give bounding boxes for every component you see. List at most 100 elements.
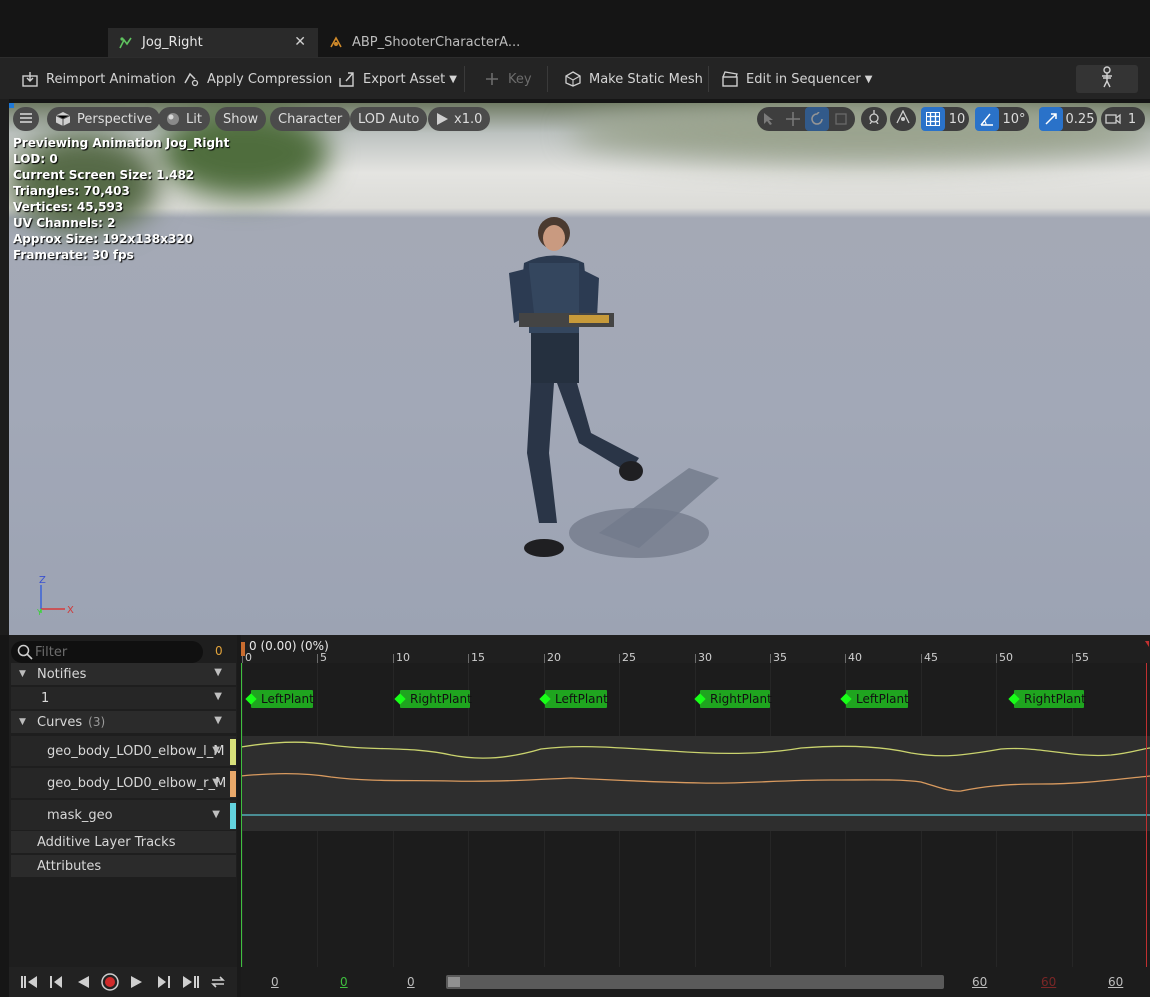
svg-text:Y: Y [37,608,42,615]
timeline-scrollbar[interactable] [446,974,944,990]
playhead-handle[interactable] [241,642,245,656]
curve-color-swatch[interactable] [230,803,236,829]
scale-snap-value[interactable]: 0.25 [1063,107,1097,131]
dropdown-arrow-icon[interactable]: ▼ [214,691,222,702]
angle-snap-icon[interactable] [975,107,999,131]
notify-diamond-icon[interactable] [394,693,406,705]
notify-track-row[interactable]: 1 ▼ [11,687,236,709]
translate-mode-icon[interactable] [781,107,805,131]
angle-snap-value[interactable]: 10° [999,107,1029,131]
play-reverse-icon[interactable] [73,972,93,992]
notifies-header[interactable]: ▼ Notifies ▼ [11,663,236,685]
camera-speed-value: 1 [1127,111,1137,127]
apply-compression-button[interactable]: Apply Compression [181,58,332,100]
record-icon[interactable] [100,972,120,992]
show-flags-button[interactable]: Show [215,107,267,131]
preview-viewport[interactable]: Previewing Animation Jog_Right LOD: 0 Cu… [9,103,1150,635]
view-range-start[interactable]: 0 [271,975,279,989]
notify-diamond-icon[interactable] [1008,693,1020,705]
edit-in-sequencer-button[interactable]: Edit in Sequencer ▼ [720,58,872,100]
notify-label: RightPlant [1024,692,1086,706]
dropdown-arrow-icon[interactable]: ▼ [214,715,222,726]
notify-marker[interactable]: RightPlant [694,690,772,708]
tab-abp-shooter-character[interactable]: ABP_ShooterCharacterA... [320,28,530,57]
working-range-start[interactable]: 0 [340,975,348,989]
notify-diamond-icon[interactable] [694,693,706,705]
dropdown-arrow-icon[interactable]: ▼ [212,745,220,756]
dropdown-arrow-icon[interactable]: ▼ [212,777,220,788]
skeleton-icon [1098,66,1116,92]
cube-icon [55,111,71,127]
curve-color-swatch[interactable] [230,739,236,765]
notify-marker[interactable]: RightPlant [394,690,472,708]
skip-to-start-icon[interactable] [19,972,39,992]
sequencer-clapper-icon [720,69,740,89]
skip-to-end-icon[interactable] [181,972,201,992]
dropdown-arrow-icon[interactable]: ▼ [214,667,222,678]
notify-diamond-icon[interactable] [245,693,257,705]
filter-input[interactable]: Filter [11,641,203,663]
ruler-tick [921,654,922,663]
loop-icon[interactable] [208,972,228,992]
export-asset-button[interactable]: Export Asset ▼ [337,58,457,100]
view-range-end[interactable]: 60 [1108,975,1123,989]
additive-layer-tracks-header[interactable]: Additive Layer Tracks [11,831,236,853]
asset-toolbar: Reimport Animation Apply Compression Exp… [0,57,1150,99]
close-tab-icon[interactable]: ✕ [294,34,306,50]
lit-mode-button[interactable]: Lit [158,107,210,131]
grid-snap-value[interactable]: 10 [945,107,969,131]
viewport-menu-button[interactable] [13,107,39,131]
notify-marker[interactable]: LeftPlant [245,690,314,708]
collapse-triangle-icon: ▼ [19,717,26,727]
skeleton-mode-button[interactable] [1076,65,1138,93]
make-static-mesh-button[interactable]: Make Static Mesh [563,58,703,100]
tab-jog-right[interactable]: Jog_Right ✕ [108,28,318,57]
tab-label: Jog_Right [142,35,203,50]
grid-snap-icon[interactable] [921,107,945,131]
notify-diamond-icon[interactable] [539,693,551,705]
hamburger-menu-icon [20,112,32,127]
camera-speed-button[interactable]: 1 [1101,107,1145,131]
step-forward-icon[interactable] [154,972,174,992]
curves-header[interactable]: ▼ Curves (3) ▼ [11,711,236,733]
playback-range-start[interactable]: 0 [407,975,415,989]
play-forward-icon[interactable] [127,972,147,992]
notify-marker[interactable]: LeftPlant [840,690,909,708]
time-ruler[interactable]: 0 (0.00) (0%) 0 5 10 15 20 25 30 35 40 45 50 55 [241,635,1150,664]
rotate-mode-icon[interactable] [805,107,829,131]
ruler-tick-label: 25 [622,651,636,664]
ruler-tick-label: 15 [471,651,485,664]
local-space-button[interactable] [861,107,887,131]
notify-diamond-icon[interactable] [840,693,852,705]
step-back-icon[interactable] [46,972,66,992]
playback-range-end[interactable]: 60 [972,975,987,989]
add-key-button[interactable]: Key [482,58,532,100]
curve-row[interactable]: geo_body_LOD0_elbow_r_M ▼ [11,768,236,798]
scale-snap-group: 0.25 [1039,107,1097,131]
perspective-view-button[interactable]: Perspective [47,107,161,131]
timeline-area[interactable]: 0 (0.00) (0%) 0 5 10 15 20 25 30 35 40 45 50 55 Lef… [241,635,1150,967]
end-marker-handle[interactable] [1145,641,1149,647]
curve-color-swatch[interactable] [230,771,236,797]
notify-label: LeftPlant [261,692,314,706]
svg-text:Z: Z [39,575,46,586]
stat-line: Current Screen Size: 1.482 [13,168,195,182]
character-menu-button[interactable]: Character [270,107,351,131]
notify-marker[interactable]: RightPlant [1008,690,1086,708]
dropdown-arrow-icon[interactable]: ▼ [212,809,220,820]
reimport-animation-button[interactable]: Reimport Animation [20,58,176,100]
surface-snap-button[interactable] [890,107,916,131]
scale-mode-icon[interactable] [829,107,853,131]
curve-row[interactable]: geo_body_LOD0_elbow_l_M ▼ [11,736,236,766]
playback-speed-button[interactable]: x1.0 [428,107,491,131]
export-icon [337,69,357,89]
select-mode-icon[interactable] [757,107,781,131]
curve-row[interactable]: mask_geo ▼ [11,800,236,830]
track-tree: Filter 0 ▼ Notifies ▼ 1 ▼ ▼ Curves (3) ▼… [9,635,237,997]
attributes-header[interactable]: Attributes [11,855,236,877]
scale-snap-icon[interactable] [1039,107,1063,131]
lod-selector-button[interactable]: LOD Auto [350,107,428,131]
ruler-tick [544,654,545,663]
working-range-end[interactable]: 60 [1041,975,1056,989]
notify-marker[interactable]: LeftPlant [539,690,608,708]
